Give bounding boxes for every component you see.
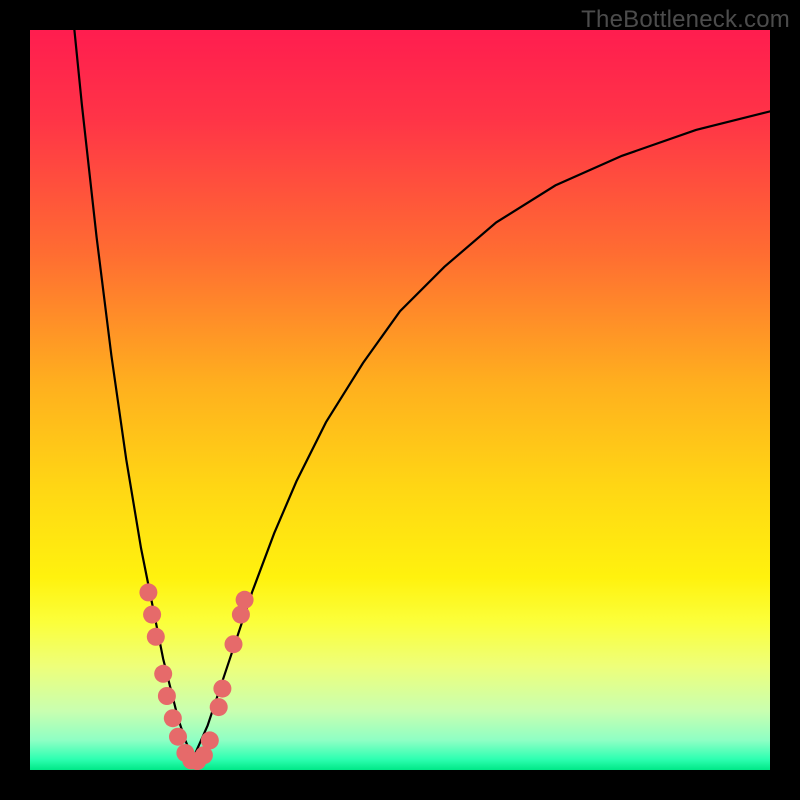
- marker-point: [164, 709, 182, 727]
- marker-point: [154, 665, 172, 683]
- bottleneck-curve: [74, 30, 770, 759]
- marker-point: [158, 687, 176, 705]
- marker-group: [139, 583, 253, 770]
- marker-point: [225, 635, 243, 653]
- curve-layer: [30, 30, 770, 770]
- marker-point: [210, 698, 228, 716]
- chart-frame: TheBottleneck.com: [0, 0, 800, 800]
- marker-point: [147, 628, 165, 646]
- marker-point: [169, 728, 187, 746]
- marker-point: [143, 606, 161, 624]
- plot-area: [30, 30, 770, 770]
- marker-point: [213, 680, 231, 698]
- marker-point: [139, 583, 157, 601]
- marker-point: [236, 591, 254, 609]
- marker-point: [201, 731, 219, 749]
- watermark-text: TheBottleneck.com: [581, 6, 790, 34]
